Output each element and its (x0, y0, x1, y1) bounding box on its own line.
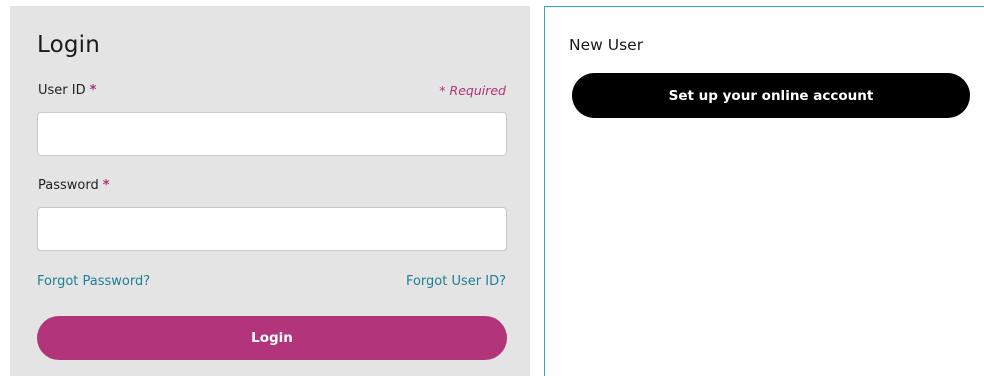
login-title: Login (37, 32, 101, 58)
new-user-panel: New User Set up your online account (544, 6, 984, 376)
user-id-label: User ID * (38, 83, 96, 98)
login-panel: Login User ID * * Required Password * Forg… (10, 6, 530, 376)
password-label: Password * (38, 178, 110, 193)
password-input[interactable] (37, 207, 507, 251)
password-label-text: Password (38, 178, 99, 193)
required-star: * (89, 83, 97, 98)
login-button[interactable]: Login (37, 316, 507, 360)
setup-account-button[interactable]: Set up your online account (572, 73, 970, 118)
new-user-title: New User (569, 36, 644, 54)
page-root: Login User ID * * Required Password * Forg… (0, 0, 984, 376)
user-id-input[interactable] (37, 112, 507, 156)
forgot-password-link[interactable]: Forgot Password? (37, 274, 150, 289)
required-star: * (102, 178, 110, 193)
forgot-user-id-link[interactable]: Forgot User ID? (406, 274, 506, 289)
user-id-label-text: User ID (38, 83, 86, 98)
required-note: * Required (439, 83, 506, 98)
